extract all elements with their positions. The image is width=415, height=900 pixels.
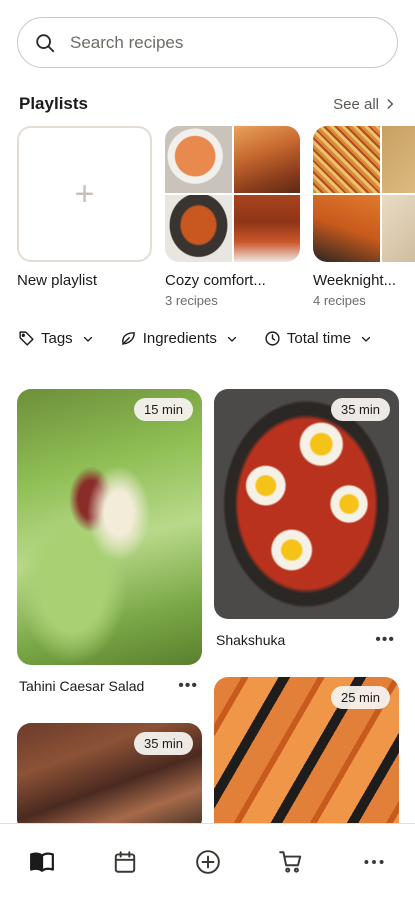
recipe-card-4[interactable]: 25 min [214,677,399,837]
filter-bar: Tags Ingredients Total time [18,330,398,347]
playlist-count: 4 recipes [313,293,366,308]
playlist-cozy-comfort[interactable]: Cozy comfort... 3 recipes [165,126,300,308]
search-input[interactable]: Search recipes [17,17,398,68]
playlist-thumb [313,126,415,262]
cart-icon [278,851,301,873]
playlist-name: New playlist [17,272,98,289]
new-playlist-thumb[interactable]: + [17,126,152,262]
chevron-down-icon [361,336,371,342]
filter-total-time[interactable]: Total time [264,330,372,347]
calendar-icon [114,851,135,873]
clock-icon [265,331,280,346]
more-icon [363,860,384,864]
tag-icon [19,331,34,346]
recipe-image: 25 min [214,677,399,837]
recipe-image: 15 min [17,389,202,665]
time-badge: 15 min [133,398,193,421]
filter-label: Tags [41,330,73,347]
recipe-image: 35 min [17,723,202,833]
tab-calendar[interactable] [105,842,145,882]
plus-circle-icon [195,850,220,874]
see-all-link[interactable]: See all [333,96,397,113]
recipe-card-tahini-caesar-salad[interactable]: 15 min Tahini Caesar Salad ••• [17,389,202,695]
leaf-icon [121,332,135,345]
see-all-label: See all [333,95,379,113]
recipe-title: Tahini Caesar Salad [19,678,145,694]
tab-groceries[interactable] [271,842,311,882]
more-options-icon[interactable]: ••• [178,677,198,695]
tab-add[interactable] [188,842,228,882]
recipe-title: Shakshuka [216,632,286,648]
playlist-thumb [165,126,300,262]
chevron-down-icon [83,336,92,342]
playlist-weeknight[interactable]: Weeknight... 4 recipes [313,126,415,308]
recipe-card-shakshuka[interactable]: 35 min Shakshuka ••• [214,389,399,649]
playlist-name: Cozy comfort... [165,272,266,289]
playlists-row: + New playlist Cozy comfort... 3 recipes… [0,126,415,316]
filter-label: Ingredients [142,330,217,347]
time-badge: 35 min [330,398,390,421]
recipe-image: 35 min [214,389,399,619]
tab-recipes[interactable] [22,842,62,882]
time-badge: 25 min [330,686,390,709]
more-options-icon[interactable]: ••• [375,631,395,649]
plus-icon: + [74,174,95,213]
chevron-right-icon [387,99,394,109]
search-icon [36,33,55,52]
playlist-new[interactable]: + New playlist [17,126,152,289]
search-placeholder: Search recipes [70,32,184,52]
playlist-name: Weeknight... [313,272,397,289]
bottom-nav [0,823,415,900]
chevron-down-icon [227,336,237,342]
book-icon [29,852,54,872]
playlists-title: Playlists [19,94,88,113]
tab-more[interactable] [354,842,394,882]
filter-ingredients[interactable]: Ingredients [120,330,238,347]
time-badge: 35 min [133,732,193,755]
playlist-count: 3 recipes [165,293,218,308]
recipe-card-3[interactable]: 35 min [17,723,202,833]
playlists-header: Playlists See all [19,94,397,114]
filter-label: Total time [286,330,352,347]
filter-tags[interactable]: Tags [18,330,94,347]
